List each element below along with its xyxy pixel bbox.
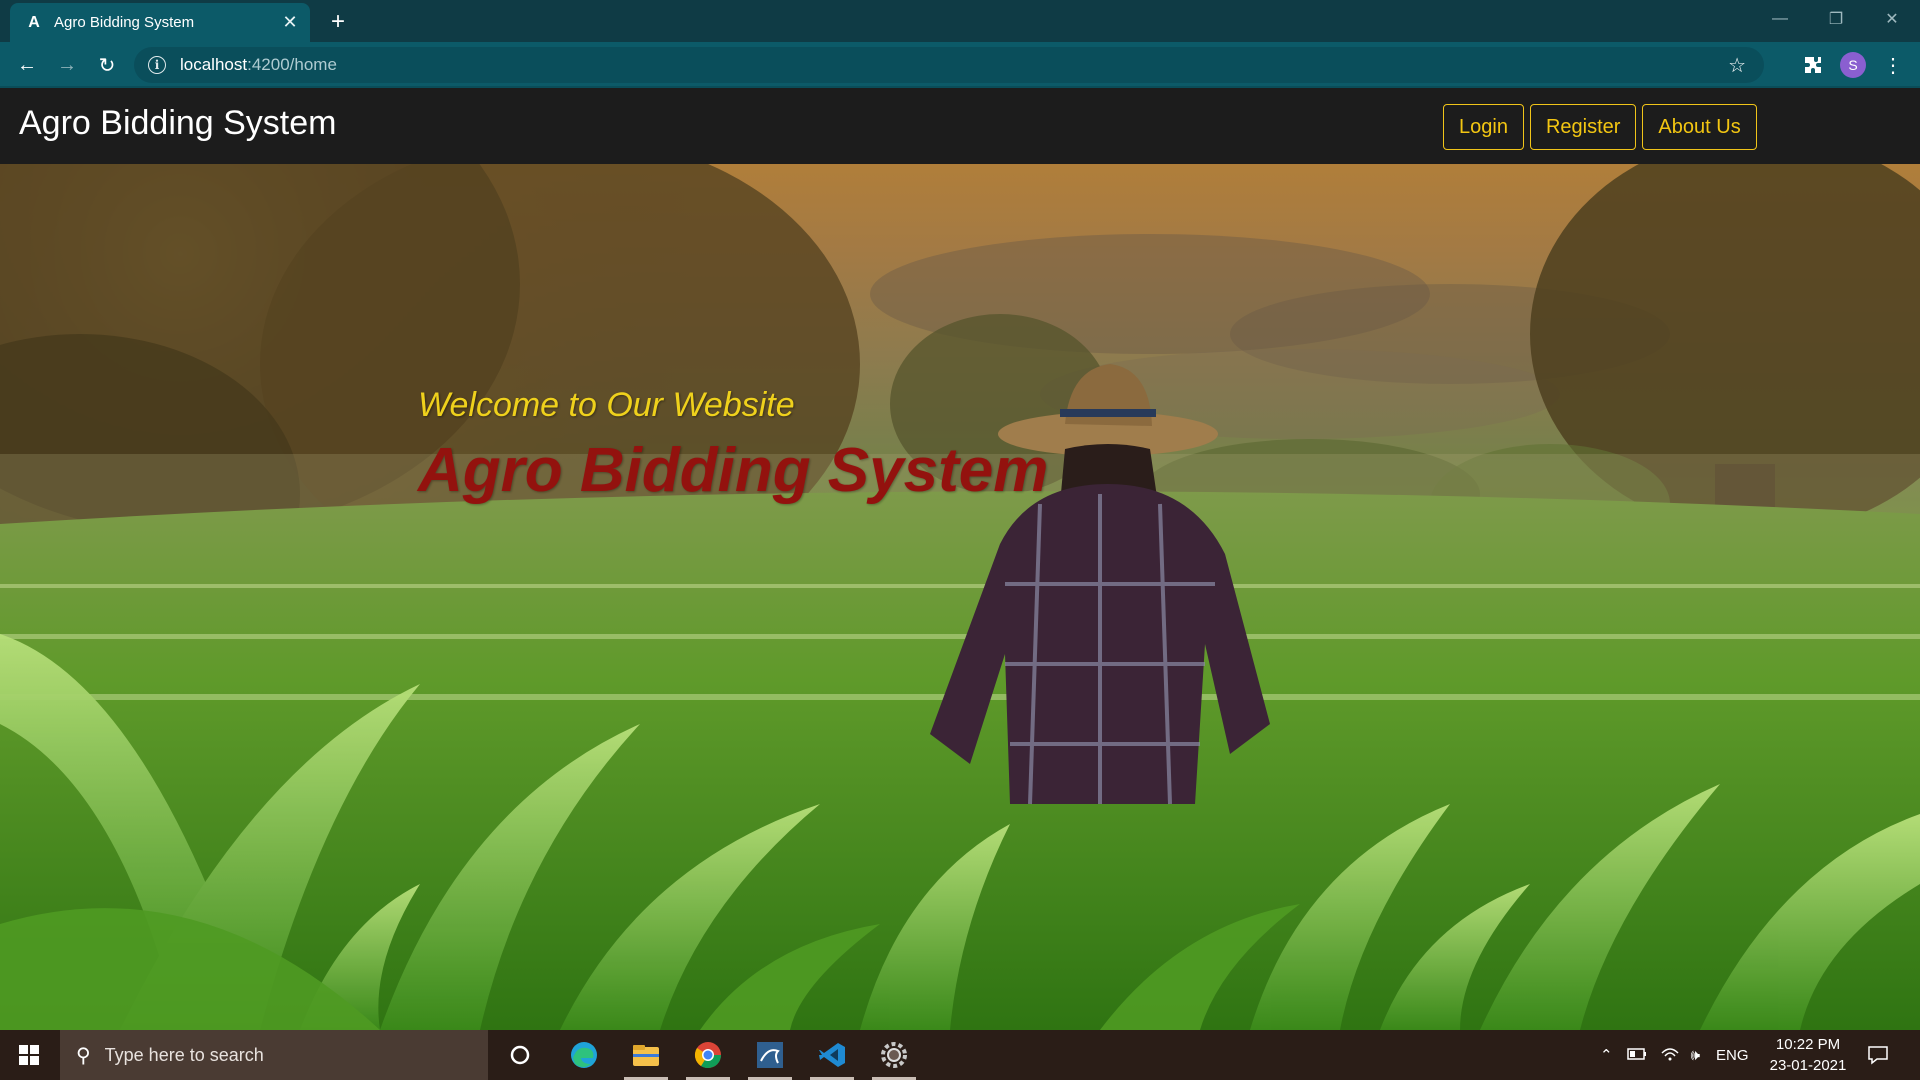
notification-icon[interactable]: [1866, 1042, 1890, 1068]
search-icon: ⚲: [76, 1044, 91, 1067]
restore-icon[interactable]: ❐: [1808, 0, 1864, 38]
new-tab-icon[interactable]: +: [324, 8, 352, 36]
minimize-icon[interactable]: —: [1752, 0, 1808, 38]
hero-text: Welcome to Our Website Agro Bidding Syst…: [418, 386, 1048, 506]
register-button[interactable]: Register: [1529, 104, 1637, 150]
file-explorer-icon[interactable]: [618, 1030, 674, 1080]
brand-title[interactable]: Agro Bidding System: [19, 104, 337, 143]
close-window-icon[interactable]: ✕: [1864, 0, 1920, 38]
vscode-icon[interactable]: [804, 1030, 860, 1080]
angular-favicon-icon: A: [28, 13, 40, 31]
welcome-heading: Welcome to Our Website: [418, 386, 795, 424]
system-tray: ⌃ 🕪 ENG: [1600, 1030, 1749, 1080]
volume-icon[interactable]: 🕪: [1691, 1047, 1700, 1064]
battery-icon[interactable]: [1626, 1047, 1647, 1064]
extensions-puzzle-icon[interactable]: [1800, 52, 1826, 78]
hero-section: Welcome to Our Website Agro Bidding Syst…: [0, 164, 1920, 1030]
reload-icon[interactable]: ↻: [92, 50, 122, 80]
url-text: localhost:4200/home: [180, 55, 337, 75]
windows-start-icon[interactable]: [0, 1030, 58, 1080]
browser-tabstrip: A Agro Bidding System ✕ + — ❐ ✕: [0, 0, 1920, 42]
language-indicator[interactable]: ENG: [1716, 1047, 1749, 1064]
site-info-icon[interactable]: i: [148, 56, 166, 74]
cortana-icon[interactable]: [492, 1030, 548, 1080]
forward-arrow-icon[interactable]: →: [52, 50, 82, 80]
profile-avatar[interactable]: S: [1840, 52, 1866, 78]
tab-title: Agro Bidding System: [54, 14, 195, 31]
taskbar-search-box[interactable]: ⚲ Type here to search: [60, 1030, 488, 1080]
url-host: localhost: [180, 55, 248, 74]
browser-toolbar: ← → ↻ i localhost:4200/home ☆ S ⋮: [0, 42, 1920, 88]
windows-taskbar: ⚲ Type here to search ⌃ 🕪 ENG 10:22 PM 2…: [0, 1030, 1920, 1080]
chrome-icon[interactable]: [680, 1030, 736, 1080]
clock-time: 10:22 PM: [1775, 1036, 1841, 1053]
browser-menu-icon[interactable]: ⋮: [1880, 52, 1906, 78]
close-tab-icon[interactable]: ✕: [278, 11, 302, 35]
url-path: :4200/home: [247, 55, 337, 74]
login-button[interactable]: Login: [1443, 104, 1524, 150]
settings-gear-icon[interactable]: [866, 1030, 922, 1080]
edge-icon[interactable]: [556, 1030, 612, 1080]
site-navbar: Agro Bidding System Login Register About…: [0, 88, 1920, 164]
address-bar[interactable]: i localhost:4200/home ☆: [134, 47, 1764, 83]
nav-buttons: Login Register About Us: [1443, 104, 1757, 150]
taskbar-clock[interactable]: 10:22 PM 23-01-2021: [1764, 1034, 1852, 1076]
tray-chevron-up-icon[interactable]: ⌃: [1600, 1046, 1613, 1064]
clock-date: 23-01-2021: [1769, 1057, 1847, 1074]
mysql-workbench-icon[interactable]: [742, 1030, 798, 1080]
hero-title: Agro Bidding System: [418, 436, 1049, 505]
browser-tab[interactable]: A Agro Bidding System ✕: [10, 3, 310, 42]
hero-background-image: [0, 164, 1920, 1030]
about-us-button[interactable]: About Us: [1642, 104, 1757, 150]
back-arrow-icon[interactable]: ←: [12, 50, 42, 80]
wifi-icon[interactable]: [1661, 1045, 1679, 1065]
taskbar-search-placeholder: Type here to search: [104, 1044, 264, 1065]
bookmark-star-icon[interactable]: ☆: [1728, 53, 1746, 78]
window-controls: — ❐ ✕: [1752, 0, 1920, 38]
